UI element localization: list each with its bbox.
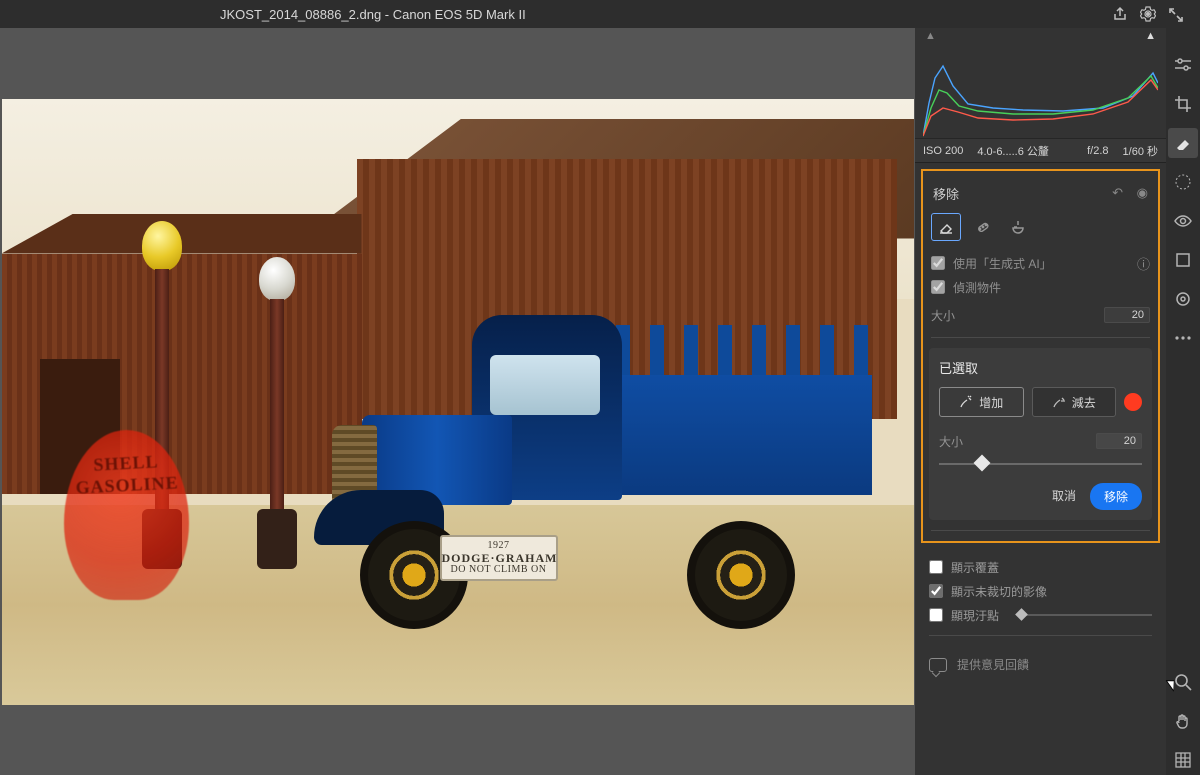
eraser-mode-button[interactable] — [931, 213, 961, 241]
camera-model: Canon EOS 5D Mark II — [393, 7, 526, 22]
selection-overlay[interactable] — [64, 430, 189, 600]
show-uncropped-label: 顯示未裁切的影像 — [951, 583, 1047, 600]
size-value[interactable]: 20 — [1104, 307, 1150, 323]
show-spots-label: 顯現汙點 — [951, 607, 999, 624]
info-icon[interactable]: ⓘ — [1137, 254, 1150, 273]
overlay-color-indicator[interactable] — [1124, 393, 1142, 411]
size-label: 大小 — [931, 307, 955, 324]
cancel-button[interactable]: 取消 — [1046, 483, 1082, 510]
presets-tool-icon[interactable] — [1168, 284, 1198, 314]
healing-tool-icon[interactable] — [1168, 128, 1198, 158]
image-canvas[interactable]: 1927DODGE·GRAHAMDO NOT CLIMB ON — [2, 99, 914, 705]
use-genai-label: 使用「生成式 AI」 — [953, 255, 1052, 272]
show-overlay-label: 顯示覆蓋 — [951, 559, 999, 576]
crop-tool-icon[interactable] — [1168, 89, 1198, 119]
clone-mode-button[interactable] — [1003, 213, 1033, 241]
exif-strip: ISO 200 4.0-6.....6 公釐 f/2.8 1/60 秒 — [915, 138, 1166, 162]
top-bar: JKOST_2014_08886_2.dng - Canon EOS 5D Ma… — [0, 0, 1200, 28]
detect-objects-checkbox — [931, 280, 945, 294]
sel-size-label: 大小 — [939, 433, 963, 450]
filename: JKOST_2014_08886_2.dng — [220, 7, 381, 22]
use-genai-checkbox — [931, 256, 945, 270]
display-options: 顯示覆蓋 顯示未裁切的影像 顯現汙點 — [915, 549, 1166, 650]
shadow-clip-icon[interactable]: ▲ — [925, 30, 936, 42]
highlight-clip-icon[interactable]: ▲ — [1145, 30, 1156, 42]
export-icon[interactable] — [1106, 6, 1134, 23]
apply-remove-button[interactable]: 移除 — [1090, 483, 1142, 510]
sel-size-value[interactable]: 20 — [1096, 433, 1142, 449]
right-panel: ▲ ▲ ISO 200 4.0-6.....6 公釐 f/2.8 1/60 秒 … — [915, 28, 1166, 775]
truck-subject: 1927DODGE·GRAHAMDO NOT CLIMB ON — [332, 305, 872, 595]
license-plate: 1927DODGE·GRAHAMDO NOT CLIMB ON — [440, 535, 558, 581]
exif-aperture: f/2.8 — [1087, 145, 1108, 157]
feedback-link[interactable]: 提供意見回饋 — [915, 650, 1166, 679]
remove-tool-panel: 移除 ↶ ◉ 使用「生成式 AI」 ⓘ 偵測物件 — [921, 169, 1160, 543]
right-tool-strip — [1166, 28, 1200, 775]
detect-objects-label: 偵測物件 — [953, 279, 1001, 296]
reset-icon[interactable]: ↶ — [1112, 185, 1123, 200]
chat-icon — [929, 658, 947, 672]
exif-iso: ISO 200 — [923, 145, 963, 157]
layers-tool-icon[interactable] — [1168, 245, 1198, 275]
mask-tool-icon[interactable] — [1168, 167, 1198, 197]
panel-title: 移除 — [933, 184, 959, 203]
brush-add-button[interactable]: 增加 — [939, 387, 1024, 417]
histogram[interactable]: ▲ ▲ ISO 200 4.0-6.....6 公釐 f/2.8 1/60 秒 — [915, 28, 1166, 163]
heal-mode-button[interactable] — [967, 213, 997, 241]
visibility-icon[interactable]: ◉ — [1137, 185, 1148, 200]
show-overlay-checkbox[interactable] — [929, 560, 943, 574]
selection-subpanel: 已選取 增加 減去 大小 20 取消 移除 — [929, 348, 1152, 520]
grid-toggle-icon[interactable] — [1168, 745, 1198, 775]
show-uncropped-checkbox[interactable] — [929, 584, 943, 598]
exif-shutter: 1/60 秒 — [1123, 143, 1158, 159]
selected-title: 已選取 — [939, 358, 1142, 377]
image-canvas-area[interactable]: 1927DODGE·GRAHAMDO NOT CLIMB ON — [0, 28, 915, 775]
more-tool-icon[interactable] — [1168, 323, 1198, 353]
sel-size-slider[interactable] — [939, 455, 1142, 473]
brush-subtract-button[interactable]: 減去 — [1032, 387, 1117, 417]
hand-tool-icon[interactable] — [1168, 706, 1198, 736]
redeye-tool-icon[interactable] — [1168, 206, 1198, 236]
show-spots-checkbox[interactable] — [929, 608, 943, 622]
fullscreen-icon[interactable] — [1162, 6, 1190, 22]
document-title: JKOST_2014_08886_2.dng - Canon EOS 5D Ma… — [220, 7, 526, 22]
settings-icon[interactable] — [1134, 6, 1162, 23]
edit-tool-icon[interactable] — [1168, 50, 1198, 80]
histogram-curves — [923, 48, 1158, 138]
exif-focal: 4.0-6.....6 公釐 — [977, 143, 1073, 159]
